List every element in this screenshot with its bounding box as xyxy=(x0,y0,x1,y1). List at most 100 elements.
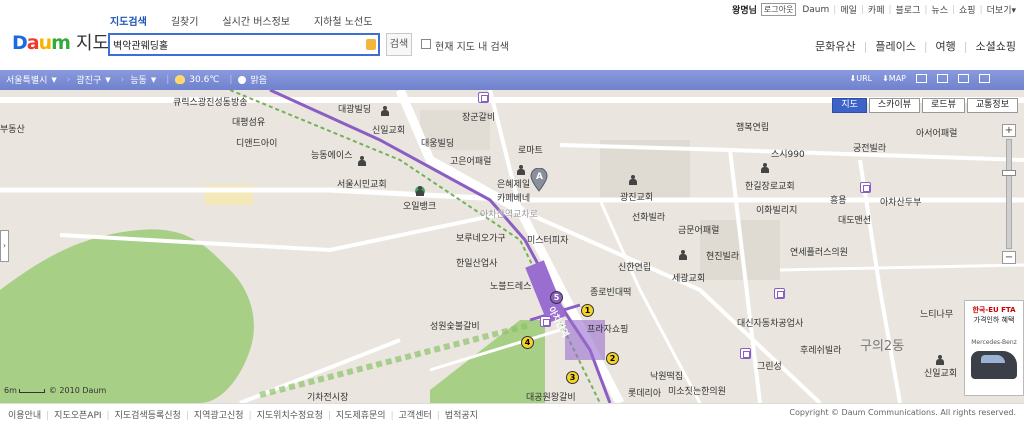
link-blog[interactable]: 블로그 xyxy=(896,3,921,16)
map-type-roadview[interactable]: 로드뷰 xyxy=(922,98,965,113)
chevron-down-icon[interactable]: ▼ xyxy=(51,76,56,84)
poi-label[interactable]: 대광빌딩 xyxy=(338,102,371,115)
poi-label[interactable]: 노블드레스 xyxy=(490,279,531,292)
footer-link-api[interactable]: 지도오픈API xyxy=(41,408,101,421)
expand-panel-button[interactable]: › xyxy=(0,230,9,262)
cat-heritage[interactable]: 문화유산 xyxy=(815,38,855,54)
poi-label[interactable]: 신일교회 xyxy=(372,123,405,136)
email-icon[interactable] xyxy=(916,74,927,83)
church-icon[interactable] xyxy=(516,165,526,175)
tab-directions[interactable]: 길찾기 xyxy=(171,13,199,28)
footer-link-partner[interactable]: 지도제휴문의 xyxy=(323,408,386,421)
poi-label[interactable]: 궁전빌라 xyxy=(853,141,886,154)
bus-stop-icon[interactable] xyxy=(478,92,489,103)
poi-label[interactable]: 보루네오가구 xyxy=(456,231,506,244)
loc-city[interactable]: 서울특별시 xyxy=(6,73,47,86)
zoom-handle[interactable] xyxy=(1002,170,1016,176)
tab-bus-info[interactable]: 실시간 버스정보 xyxy=(222,13,290,28)
poi-label[interactable]: 큐릭스광진성동방송 xyxy=(173,95,248,108)
link-mail[interactable]: 메일 xyxy=(840,3,857,16)
subway-exit-2[interactable]: 2 xyxy=(606,352,619,365)
search-input[interactable] xyxy=(110,35,364,54)
bus-stop-icon[interactable] xyxy=(774,288,785,299)
subway-exit-3[interactable]: 3 xyxy=(566,371,579,384)
link-more[interactable]: 더보기▾ xyxy=(987,3,1016,16)
subway-exit-4[interactable]: 4 xyxy=(521,336,534,349)
map-canvas[interactable]: 큐릭스광진성동방송 대평섬유 디앤드아이 능동에이스 서울시민교회 오일뱅크 보… xyxy=(0,90,1024,403)
print-icon[interactable] xyxy=(937,74,948,83)
ad-banner[interactable]: 한국-EU FTA 가격인하 혜택 Mercedes-Benz xyxy=(964,300,1024,396)
map-type-traffic[interactable]: 교통정보 xyxy=(966,98,1018,113)
logout-button[interactable]: 로그아웃 xyxy=(760,3,797,16)
poi-label[interactable]: 고은어패럴 xyxy=(450,154,491,167)
poi-label[interactable]: 신일교회 xyxy=(924,366,957,379)
poi-label[interactable]: 대공원왕갈비 xyxy=(526,390,576,403)
keyboard-icon[interactable] xyxy=(366,39,376,50)
loc-dong[interactable]: 능동 xyxy=(130,73,147,86)
link-news[interactable]: 뉴스 xyxy=(931,3,948,16)
map-button[interactable]: ⬇MAP xyxy=(882,74,906,83)
cat-travel[interactable]: 여행 xyxy=(916,38,956,54)
poi-label[interactable]: 스시990 xyxy=(771,147,805,160)
loc-district[interactable]: 광진구 xyxy=(76,73,101,86)
daum-logo[interactable]: Daum 지도 xyxy=(12,33,109,54)
zoom-out-button[interactable]: − xyxy=(1002,251,1016,264)
link-daum[interactable]: Daum xyxy=(802,5,829,15)
bus-stop-icon[interactable] xyxy=(860,182,871,193)
chevron-down-icon[interactable]: ▼ xyxy=(105,76,110,84)
subway-exit-1[interactable]: 1 xyxy=(581,304,594,317)
link-shopping[interactable]: 쇼핑 xyxy=(959,3,976,16)
church-icon[interactable] xyxy=(760,163,770,173)
church-icon[interactable] xyxy=(357,156,367,166)
church-icon[interactable] xyxy=(935,355,945,365)
fullscreen-icon[interactable] xyxy=(979,74,990,83)
poi-label[interactable]: 신한연립 xyxy=(618,260,651,273)
url-button[interactable]: ⬇URL xyxy=(850,74,873,83)
subway-exit-5[interactable]: 5 xyxy=(550,291,563,304)
poi-label[interactable]: 선화빌라 xyxy=(632,210,665,223)
poi-label[interactable]: 롯데리아 xyxy=(628,386,661,399)
bus-stop-icon[interactable] xyxy=(540,316,551,327)
bus-stop-icon[interactable] xyxy=(740,348,751,359)
poi-label[interactable]: 대웅빌딩 xyxy=(421,136,454,149)
tab-map-search[interactable]: 지도검색 xyxy=(110,13,147,28)
poi-label[interactable]: 오일뱅크 xyxy=(403,199,436,212)
cat-place[interactable]: 플레이스 xyxy=(856,38,915,54)
poi-label[interactable]: 은혜제일 xyxy=(497,177,530,190)
link-cafe[interactable]: 카페 xyxy=(868,3,885,16)
poi-label[interactable]: 느티나무 xyxy=(920,307,953,320)
poi-label[interactable]: 흥용 xyxy=(830,193,847,206)
poi-label[interactable]: 카페베네 xyxy=(497,191,530,204)
search-button[interactable]: 검색 xyxy=(386,33,412,56)
gas-station-icon[interactable] xyxy=(415,186,425,196)
poi-label[interactable]: 연세플러스의원 xyxy=(790,245,848,258)
poi-label[interactable]: 기차전시장 xyxy=(307,390,348,403)
footer-link-guide[interactable]: 이용안내 xyxy=(8,408,41,421)
poi-label[interactable]: 금문어패럴 xyxy=(678,223,719,236)
poi-label[interactable]: 광진교회 xyxy=(620,190,653,203)
poi-label[interactable]: 미스터피자 xyxy=(527,233,568,246)
poi-label[interactable]: 서울시민교회 xyxy=(337,177,387,190)
poi-label[interactable]: 종로빈대떡 xyxy=(590,285,631,298)
poi-label[interactable]: 행복연립 xyxy=(736,120,769,133)
poi-label[interactable]: 성원숯불갈비 xyxy=(430,319,480,332)
poi-label[interactable]: 그린성 xyxy=(757,359,782,372)
search-in-map-checkbox[interactable] xyxy=(421,39,431,49)
poi-label[interactable]: 한길장로교회 xyxy=(745,179,795,192)
poi-label[interactable]: 프라자쇼핑 xyxy=(587,322,628,335)
tab-subway-map[interactable]: 지하철 노선도 xyxy=(314,13,372,28)
zoom-slider[interactable] xyxy=(1002,139,1016,249)
poi-label[interactable]: 장군갈비 xyxy=(462,110,495,123)
map-type-map[interactable]: 지도 xyxy=(832,98,867,113)
poi-label[interactable]: 능동에이스 xyxy=(311,148,352,161)
poi-label[interactable]: 아서어패럴 xyxy=(916,126,957,139)
poi-label[interactable]: 한일산업사 xyxy=(456,256,497,269)
map-type-skyview[interactable]: 스카이뷰 xyxy=(868,98,921,113)
poi-label[interactable]: 미소짓는한의원 xyxy=(668,384,726,397)
footer-link-fix[interactable]: 지도위치수정요청 xyxy=(244,408,323,421)
church-icon[interactable] xyxy=(628,175,638,185)
poi-label[interactable]: 이화빌리지 xyxy=(756,203,797,216)
poi-label[interactable]: 대신자동차공업사 xyxy=(737,316,803,329)
poi-label[interactable]: 후레쉬빌라 xyxy=(800,343,841,356)
footer-link-register[interactable]: 지도검색등록신청 xyxy=(102,408,181,421)
